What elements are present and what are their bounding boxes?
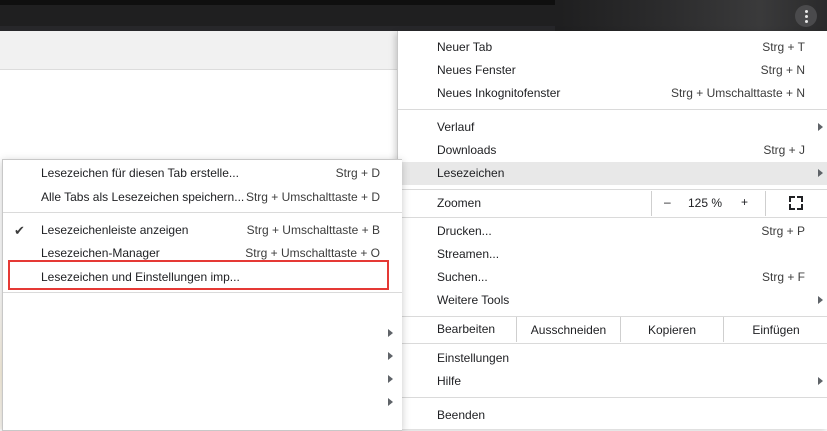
menu-item-settings[interactable]: Einstellungen <box>398 347 827 370</box>
menu-item-edit: Bearbeiten Ausschneiden Kopieren Einfüge… <box>398 317 827 342</box>
menu-separator <box>398 217 827 218</box>
menu-item-new-tab[interactable]: Neuer Tab Strg + T <box>398 36 827 59</box>
menu-item-zoom: Zoomen – 125 % + <box>398 191 827 216</box>
menu-item-bookmarks[interactable]: Lesezeichen <box>398 162 827 185</box>
submenu-separator <box>3 212 402 213</box>
menu-item-shortcut: Strg + N <box>760 63 805 77</box>
copy-button[interactable]: Kopieren <box>621 318 723 341</box>
menu-item-label: Lesezeichen <box>437 166 505 180</box>
zoom-level: 125 % <box>688 196 723 210</box>
submenu-item-label: Alle Tabs als Lesezeichen speichern... <box>41 190 245 204</box>
menu-item-label: Neues Inkognitofenster <box>437 86 561 100</box>
menu-separator <box>398 316 827 317</box>
submenu-item-shortcut: Strg + Umschalttaste + B <box>246 223 380 237</box>
submenu-arrow-icon[interactable] <box>388 375 393 383</box>
submenu-arrow-icon <box>818 377 823 385</box>
cut-button[interactable]: Ausschneiden <box>517 318 620 341</box>
menu-item-shortcut: Strg + P <box>761 224 805 238</box>
menu-item-help[interactable]: Hilfe <box>398 370 827 393</box>
menu-separator <box>398 397 827 398</box>
menu-item-history[interactable]: Verlauf <box>398 116 827 139</box>
more-vert-icon[interactable] <box>795 5 817 27</box>
menu-item-label: Beenden <box>437 408 486 422</box>
menu-item-label: Zoomen <box>437 196 482 210</box>
checkmark-icon: ✔ <box>14 223 25 238</box>
tab-area <box>0 0 555 5</box>
menu-item-incognito[interactable]: Neues Inkognitofenster Strg + Umschaltta… <box>398 82 827 105</box>
menu-item-label: Hilfe <box>437 374 462 388</box>
browser-titlebar <box>0 0 827 31</box>
menu-item-label: Bearbeiten <box>437 322 496 336</box>
titlebar-background <box>560 0 827 31</box>
submenu-arrow-icon[interactable] <box>388 329 393 337</box>
submenu-item-shortcut: Strg + D <box>335 166 380 180</box>
menu-item-shortcut: Strg + J <box>763 143 805 157</box>
zoom-in-button[interactable]: + <box>741 195 748 209</box>
menu-item-cast[interactable]: Streamen... <box>398 243 827 266</box>
menu-item-more-tools[interactable]: Weitere Tools <box>398 289 827 312</box>
menu-separator <box>398 189 827 190</box>
menu-separator <box>398 343 827 344</box>
submenu-item-label: Lesezeichenleiste anzeigen <box>41 223 189 237</box>
submenu-item-shortcut: Strg + Umschalttaste + D <box>245 190 380 204</box>
menu-item-shortcut: Strg + T <box>762 40 805 54</box>
submenu-arrow-icon[interactable] <box>388 398 393 406</box>
submenu-item-show-bookmark-bar[interactable]: ✔ Lesezeichenleiste anzeigen Strg + Umsc… <box>3 219 402 242</box>
submenu-item-bookmark-all-tabs[interactable]: Alle Tabs als Lesezeichen speichern... S… <box>3 186 402 209</box>
menu-item-label: Neues Fenster <box>437 63 516 77</box>
menu-item-label: Weitere Tools <box>437 293 510 307</box>
menu-item-label: Einstellungen <box>437 351 510 365</box>
submenu-item-bookmark-tab[interactable]: Lesezeichen für diesen Tab erstelle... S… <box>3 162 402 185</box>
submenu-arrow-icon <box>818 123 823 131</box>
submenu-separator <box>3 292 402 293</box>
submenu-arrow-icon <box>818 296 823 304</box>
menu-item-label: Downloads <box>437 143 497 157</box>
menu-item-downloads[interactable]: Downloads Strg + J <box>398 139 827 162</box>
menu-item-label: Streamen... <box>437 247 500 261</box>
menu-item-find[interactable]: Suchen... Strg + F <box>398 266 827 289</box>
chrome-main-menu: Neuer Tab Strg + T Neues Fenster Strg + … <box>397 31 827 429</box>
fullscreen-icon[interactable] <box>789 196 803 210</box>
menu-item-label: Suchen... <box>437 270 488 284</box>
submenu-item-label: Lesezeichen-Manager <box>41 246 160 260</box>
menu-item-new-window[interactable]: Neues Fenster Strg + N <box>398 59 827 82</box>
zoom-out-button[interactable]: – <box>664 195 671 209</box>
paste-button[interactable]: Einfügen <box>724 318 827 341</box>
bookmarks-submenu: Lesezeichen für diesen Tab erstelle... S… <box>2 159 402 431</box>
menu-item-label: Verlauf <box>437 120 475 134</box>
submenu-arrow-icon[interactable] <box>388 352 393 360</box>
menu-item-label: Drucken... <box>437 224 492 238</box>
menu-item-print[interactable]: Drucken... Strg + P <box>398 220 827 243</box>
submenu-item-shortcut: Strg + Umschalttaste + O <box>245 246 380 260</box>
menu-item-exit[interactable]: Beenden <box>398 404 827 427</box>
submenu-arrow-icon <box>818 169 823 177</box>
submenu-item-label: Lesezeichen für diesen Tab erstelle... <box>41 166 239 180</box>
menu-item-label: Neuer Tab <box>437 40 493 54</box>
menu-separator <box>398 109 827 110</box>
menu-item-shortcut: Strg + F <box>761 270 805 284</box>
menu-item-shortcut: Strg + Umschalttaste + N <box>670 86 805 100</box>
highlight-annotation-box <box>8 260 389 290</box>
